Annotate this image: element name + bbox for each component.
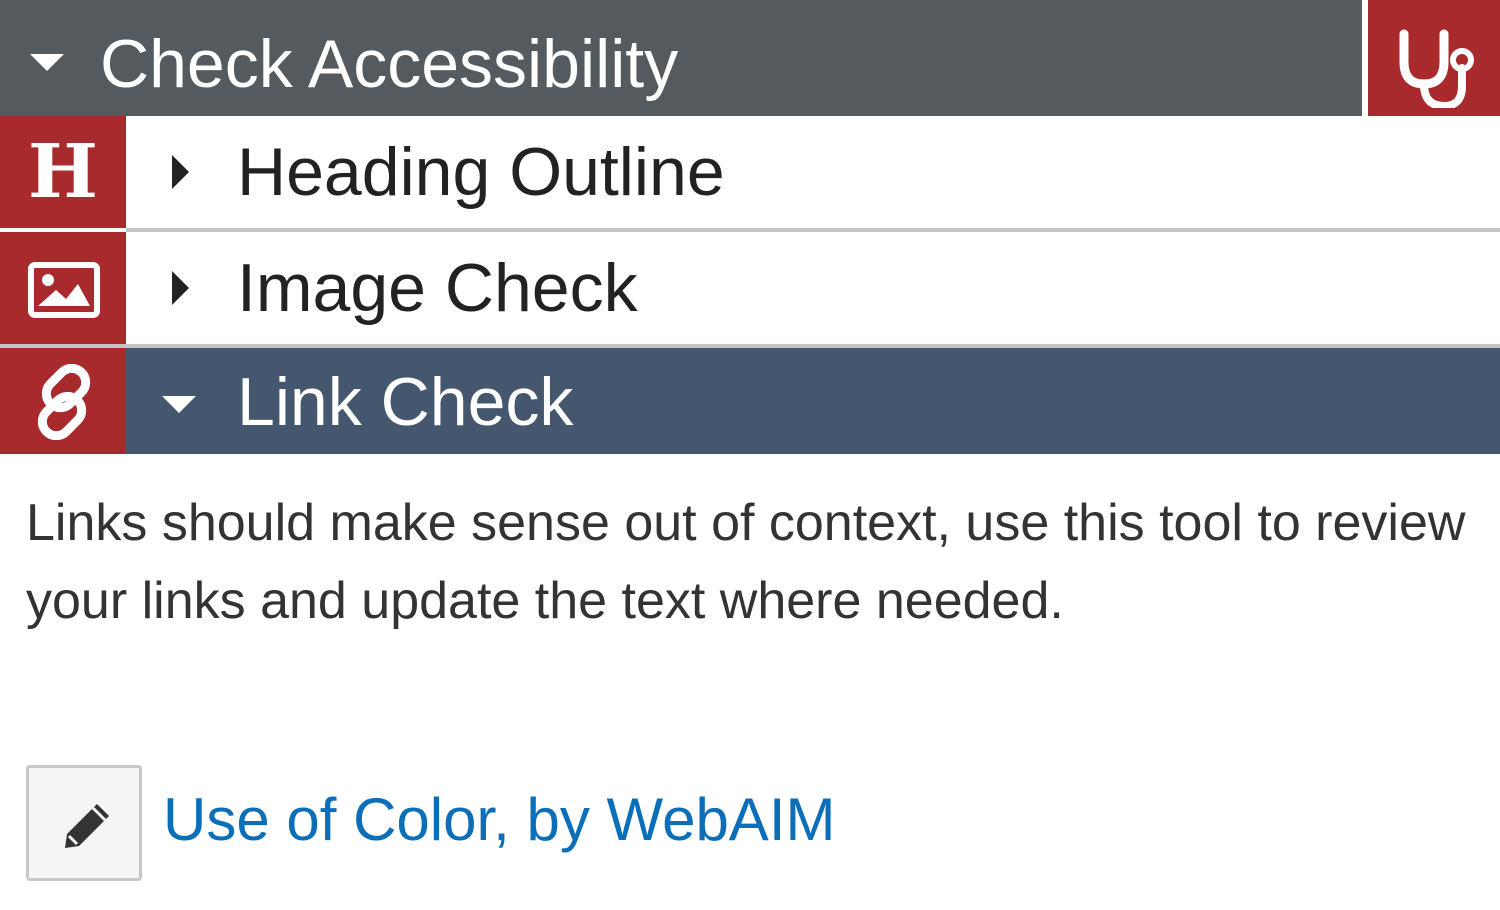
use-of-color-link[interactable]: Use of Color, by WebAIM: [163, 782, 835, 858]
pencil-icon: [65, 804, 109, 848]
caret-right-icon: [172, 155, 189, 189]
edit-button[interactable]: [26, 765, 142, 881]
section-label-link-check: Link Check: [237, 364, 574, 440]
caret-right-icon: [172, 271, 189, 305]
check-accessibility-header[interactable]: Check Accessibility: [0, 0, 1362, 116]
heading-badge: H: [0, 116, 126, 228]
section-heading-outline[interactable]: H Heading Outline: [0, 116, 1500, 228]
section-link-check[interactable]: Link Check: [0, 348, 1500, 454]
section-label-heading-outline: Heading Outline: [237, 134, 725, 210]
stethoscope-button[interactable]: [1368, 0, 1500, 116]
caret-down-icon: [162, 396, 196, 413]
section-image-check[interactable]: Image Check: [0, 232, 1500, 344]
stethoscope-icon: [1399, 29, 1474, 108]
panel-title: Check Accessibility: [100, 26, 679, 102]
link-badge: [0, 348, 126, 454]
section-label-image-check: Image Check: [237, 250, 638, 326]
link-icon: [37, 364, 91, 440]
image-icon: [28, 262, 100, 318]
caret-down-icon: [30, 54, 64, 71]
link-check-description: Links should make sense out of context, …: [26, 494, 1466, 630]
image-badge: [0, 232, 126, 344]
heading-icon: H: [28, 129, 98, 215]
